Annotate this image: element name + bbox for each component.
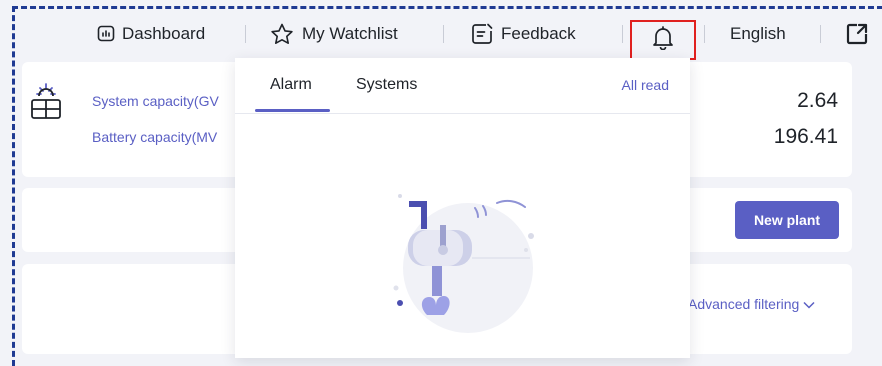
external-link-button[interactable] (845, 9, 869, 59)
tabs-divider (235, 113, 690, 114)
nav-divider (704, 25, 705, 43)
language-selector[interactable]: English (730, 9, 786, 59)
system-capacity-value: 2.64 (797, 89, 838, 112)
advanced-filter-toggle[interactable]: Advanced filtering (688, 296, 815, 312)
active-tab-indicator (255, 109, 330, 112)
feedback-label: Feedback (501, 24, 576, 43)
bell-icon (652, 25, 674, 55)
chevron-down-icon (803, 296, 815, 312)
nav-divider (622, 25, 623, 43)
nav-divider (245, 25, 246, 43)
advanced-filter-label: Advanced filtering (688, 296, 800, 312)
external-link-icon (845, 22, 869, 46)
all-read-button[interactable]: All read (622, 77, 669, 93)
watchlist-nav-item[interactable]: My Watchlist (270, 9, 398, 59)
system-capacity-label: System capacity(GV (92, 93, 219, 109)
nav-divider (443, 25, 444, 43)
dashboard-icon (97, 25, 115, 43)
dashboard-nav-item[interactable]: Dashboard (97, 9, 205, 59)
nav-divider (820, 25, 821, 43)
watchlist-label: My Watchlist (302, 24, 398, 43)
battery-capacity-value: 196.41 (773, 125, 838, 148)
mailbox-illustration (380, 183, 540, 333)
tab-alarm[interactable]: Alarm (270, 76, 312, 94)
star-icon (270, 23, 294, 45)
feedback-icon (471, 23, 493, 45)
top-navigation-bar: Dashboard My Watchlist Feedback English (15, 9, 882, 59)
battery-capacity-label: Battery capacity(MV (92, 129, 218, 145)
notifications-button[interactable] (630, 20, 696, 60)
solar-panel-icon (28, 82, 64, 127)
feedback-nav-item[interactable]: Feedback (471, 9, 576, 59)
notifications-dropdown: Alarm Systems All read (235, 58, 690, 358)
tab-systems[interactable]: Systems (356, 76, 417, 94)
language-label: English (730, 24, 786, 43)
dashboard-label: Dashboard (122, 24, 206, 43)
new-plant-button[interactable]: New plant (735, 201, 839, 239)
